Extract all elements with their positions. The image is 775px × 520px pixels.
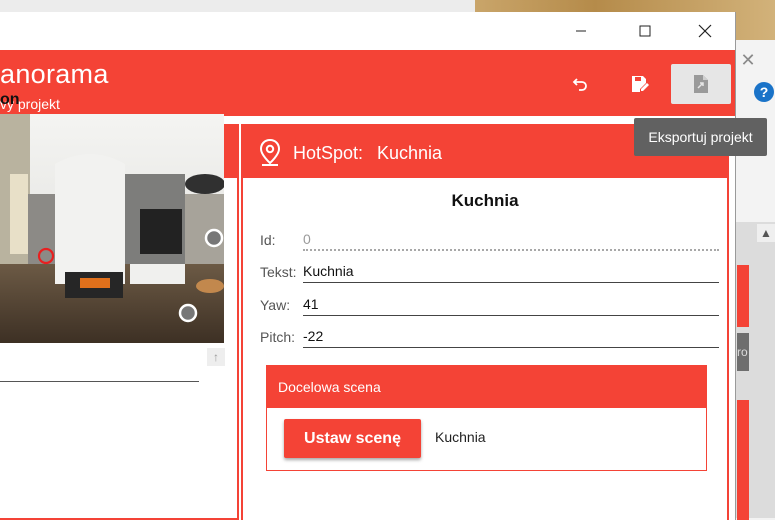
panorama-preview[interactable]: [0, 114, 224, 343]
yaw-label: Yaw:: [260, 297, 291, 313]
hotspot-heading: Kuchnia: [451, 191, 519, 210]
export-document-icon: [694, 75, 708, 93]
map-pin-icon: [259, 139, 281, 166]
undo-button[interactable]: [561, 64, 601, 104]
id-label: Id:: [260, 232, 276, 248]
background-red-block: [737, 265, 749, 327]
target-scene-box: Docelowa scena Ustaw scenę Kuchnia: [266, 365, 707, 471]
text-label: Tekst:: [260, 264, 297, 280]
app-title: anorama: [0, 59, 109, 89]
background-gray-block: ro: [737, 333, 749, 371]
close-icon: [698, 24, 712, 38]
target-scene-header: Docelowa scena: [267, 366, 706, 408]
divider: [0, 381, 199, 382]
export-tooltip: Eksportuj projekt: [634, 118, 767, 156]
background-red-block: [737, 400, 749, 520]
text-field[interactable]: Kuchnia: [303, 261, 719, 283]
save-button[interactable]: [620, 64, 660, 104]
chevron-up-icon[interactable]: ▲: [757, 224, 775, 242]
minimize-button[interactable]: [558, 12, 604, 50]
maximize-button[interactable]: [622, 12, 668, 50]
hotspot-marker[interactable]: [178, 303, 198, 323]
hotspot-header-label: HotSpot:: [293, 143, 364, 163]
help-icon[interactable]: ?: [754, 82, 774, 102]
maximize-icon: [639, 25, 651, 37]
undo-icon: [572, 78, 587, 91]
app-bar: anorama vy projekt: [0, 50, 735, 116]
close-button[interactable]: [682, 12, 728, 50]
hotspot-header-name: Kuchnia: [377, 143, 443, 163]
pitch-field[interactable]: -22: [303, 326, 719, 348]
target-scene-value: Kuchnia: [435, 429, 486, 445]
title-bar: [0, 12, 735, 50]
main-window: anorama vy projekt on ↑ HotSpot: Kuchnia…: [0, 12, 736, 520]
id-field: 0: [303, 229, 719, 251]
set-scene-button[interactable]: Ustaw scenę: [284, 419, 421, 458]
export-project-button[interactable]: [671, 64, 731, 104]
hotspot-marker[interactable]: [204, 228, 224, 248]
hotspot-panel: HotSpot: Kuchnia Kuchnia Id: 0 Tekst: Ku…: [241, 124, 729, 520]
pitch-label: Pitch:: [260, 329, 296, 345]
background-close-icon[interactable]: ✕: [738, 50, 758, 70]
scene-title: on: [0, 91, 20, 108]
minimize-icon: [576, 30, 586, 32]
scroll-up-icon[interactable]: ↑: [207, 348, 225, 366]
yaw-field[interactable]: 41: [303, 294, 719, 316]
save-edit-icon: [632, 76, 649, 92]
